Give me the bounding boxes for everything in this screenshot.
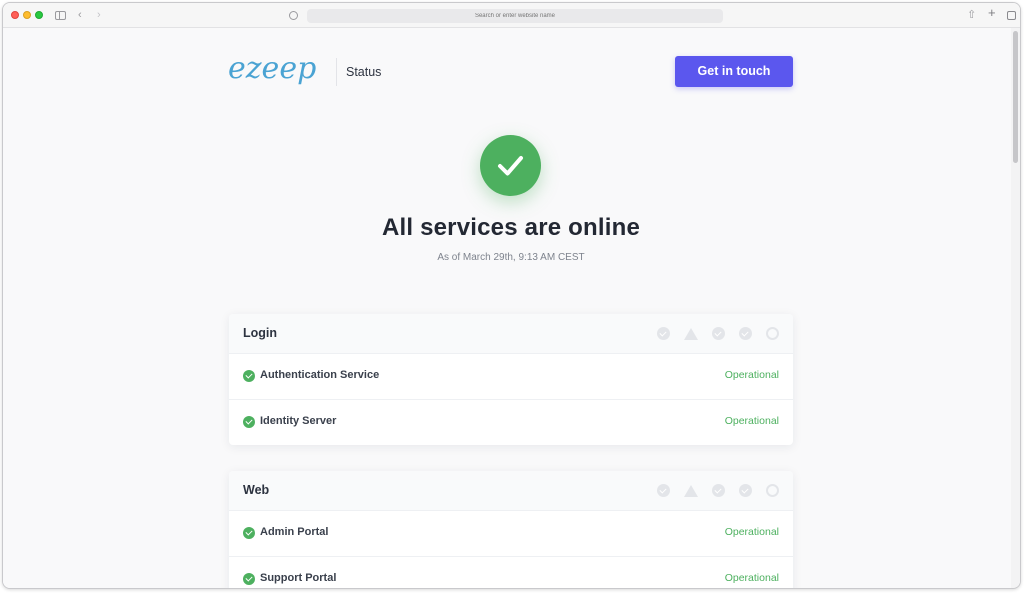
status-page: ezeep Status Get in touch All services a… bbox=[3, 28, 1013, 588]
minimize-window-icon[interactable] bbox=[23, 11, 31, 19]
zoom-window-icon[interactable] bbox=[35, 11, 43, 19]
header-divider bbox=[336, 58, 337, 86]
download-circle-icon bbox=[739, 327, 752, 340]
back-icon[interactable]: ‹ bbox=[78, 8, 82, 22]
service-row: Admin Portal Operational bbox=[229, 511, 793, 557]
operational-check-icon bbox=[243, 370, 255, 382]
address-bar[interactable] bbox=[307, 9, 723, 23]
service-row: Identity Server Operational bbox=[229, 400, 793, 445]
page-label: Status bbox=[346, 65, 382, 79]
minus-circle-icon bbox=[712, 327, 725, 340]
operational-check-icon bbox=[243, 527, 255, 539]
logo-text: ezeep bbox=[228, 51, 316, 86]
share-icon[interactable]: ⇧ bbox=[967, 8, 976, 22]
service-name: Support Portal bbox=[260, 572, 337, 584]
status-legend bbox=[657, 484, 779, 497]
check-circle-icon bbox=[657, 484, 670, 497]
forward-icon[interactable]: › bbox=[97, 8, 101, 22]
ezeep-logo[interactable]: ezeep bbox=[226, 46, 326, 92]
download-circle-icon bbox=[739, 484, 752, 497]
status-timestamp: As of March 29th, 9:13 AM CEST bbox=[437, 252, 585, 263]
service-group-login: Login Authentication Service Operational… bbox=[229, 314, 793, 445]
service-name: Admin Portal bbox=[260, 526, 329, 538]
service-row: Support Portal Operational bbox=[229, 557, 793, 588]
operational-check-icon bbox=[243, 573, 255, 585]
group-title: Login bbox=[243, 326, 278, 340]
new-tab-icon[interactable]: + bbox=[988, 6, 996, 20]
privacy-shield-icon[interactable] bbox=[289, 11, 298, 20]
service-status: Operational bbox=[724, 415, 779, 427]
overall-status-title: All services are online bbox=[381, 214, 641, 241]
get-in-touch-button[interactable]: Get in touch bbox=[675, 56, 793, 87]
check-circle-icon bbox=[657, 327, 670, 340]
warning-triangle-icon bbox=[684, 484, 698, 497]
operational-check-icon bbox=[243, 416, 255, 428]
tab-overview-icon[interactable] bbox=[1007, 11, 1016, 20]
sidebar-toggle-icon[interactable] bbox=[55, 11, 66, 20]
service-status: Operational bbox=[724, 526, 779, 538]
empty-circle-icon bbox=[766, 484, 779, 497]
browser-window: ‹ › ⇧ + ezeep Status Get in touch All se… bbox=[2, 2, 1021, 589]
warning-triangle-icon bbox=[684, 327, 698, 340]
browser-toolbar: ‹ › ⇧ + bbox=[3, 3, 1020, 28]
service-status: Operational bbox=[724, 369, 779, 381]
status-legend bbox=[657, 327, 779, 340]
close-window-icon[interactable] bbox=[11, 11, 19, 19]
empty-circle-icon bbox=[766, 327, 779, 340]
service-row: Authentication Service Operational bbox=[229, 354, 793, 400]
minus-circle-icon bbox=[712, 484, 725, 497]
scrollbar-thumb[interactable] bbox=[1013, 31, 1018, 163]
service-name: Identity Server bbox=[260, 415, 337, 427]
service-name: Authentication Service bbox=[260, 369, 380, 381]
group-header: Web bbox=[229, 471, 793, 511]
service-status: Operational bbox=[724, 572, 779, 584]
group-title: Web bbox=[243, 483, 270, 497]
group-header: Login bbox=[229, 314, 793, 354]
service-group-web: Web Admin Portal Operational Support Por… bbox=[229, 471, 793, 588]
all-clear-check-icon bbox=[480, 135, 541, 196]
